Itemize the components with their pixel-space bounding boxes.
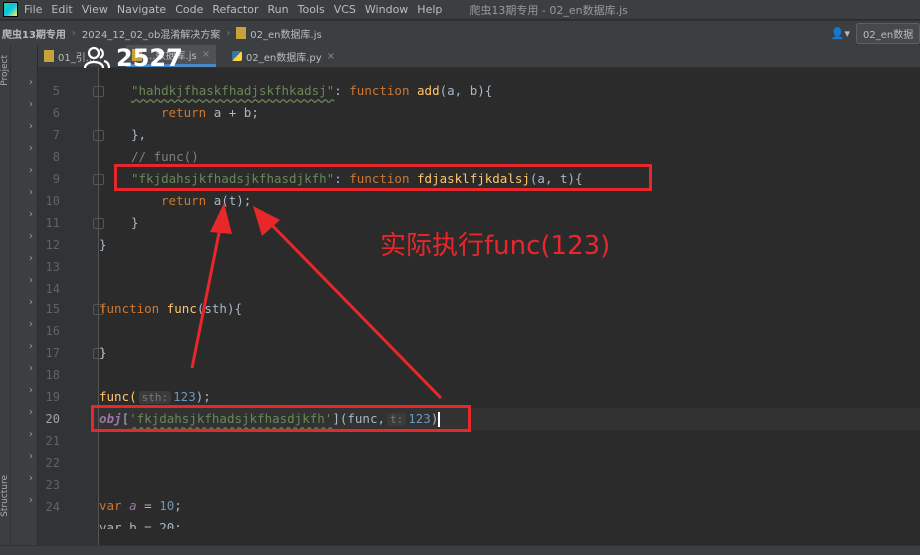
- annotation-arrows: [190, 203, 443, 400]
- arrow-right-head: [253, 206, 280, 236]
- viewer-count-overlay: 2527: [84, 44, 183, 72]
- viewer-count: 2527: [116, 44, 183, 72]
- arrow-left-head: [210, 203, 232, 234]
- people-icon: [84, 46, 110, 69]
- annotation-text: 实际执行func(123): [380, 231, 611, 261]
- arrow-left-line: [190, 217, 224, 369]
